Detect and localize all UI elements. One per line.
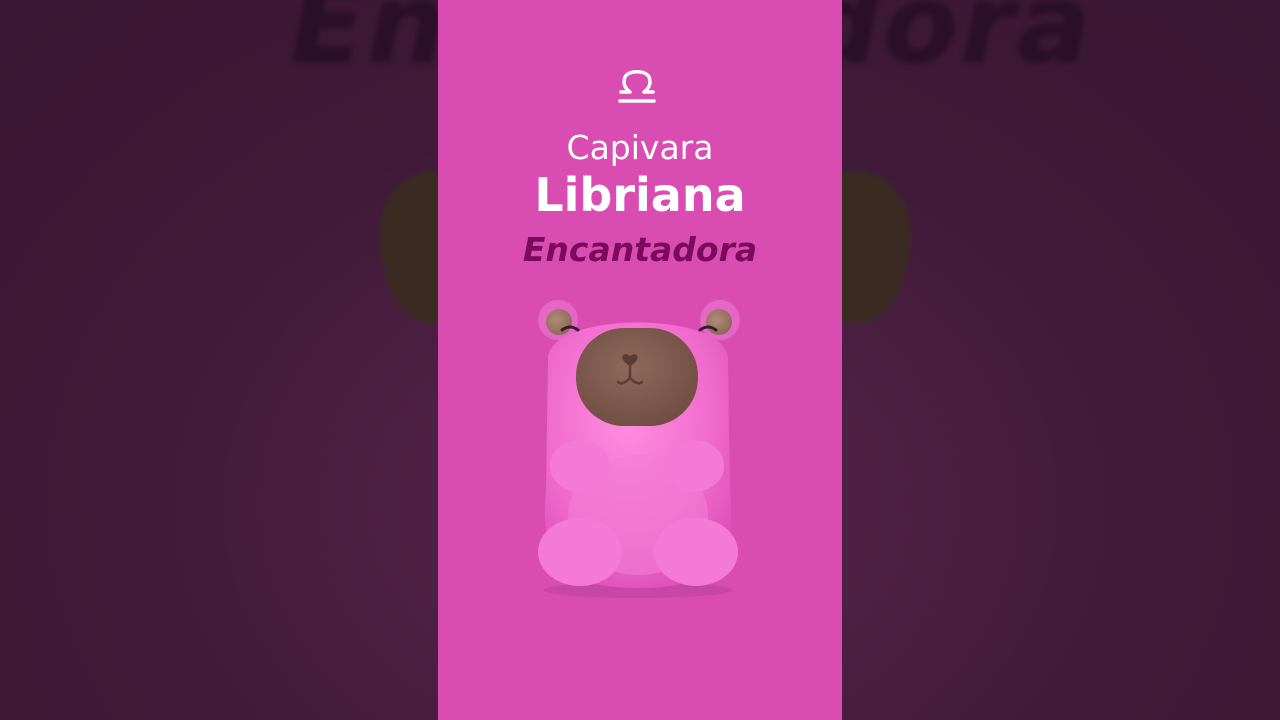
capybara-snout (576, 328, 698, 426)
capybara-right-ear (700, 300, 740, 340)
title-line-1: Capivara (566, 128, 714, 167)
title-line-2: Libriana (534, 168, 746, 222)
subtitle: Encantadora (522, 230, 758, 269)
pink-capybara-figure (538, 300, 740, 598)
libra-symbol-icon (618, 70, 656, 103)
video-panel: Capivara Libriana Encantadora (438, 0, 842, 720)
